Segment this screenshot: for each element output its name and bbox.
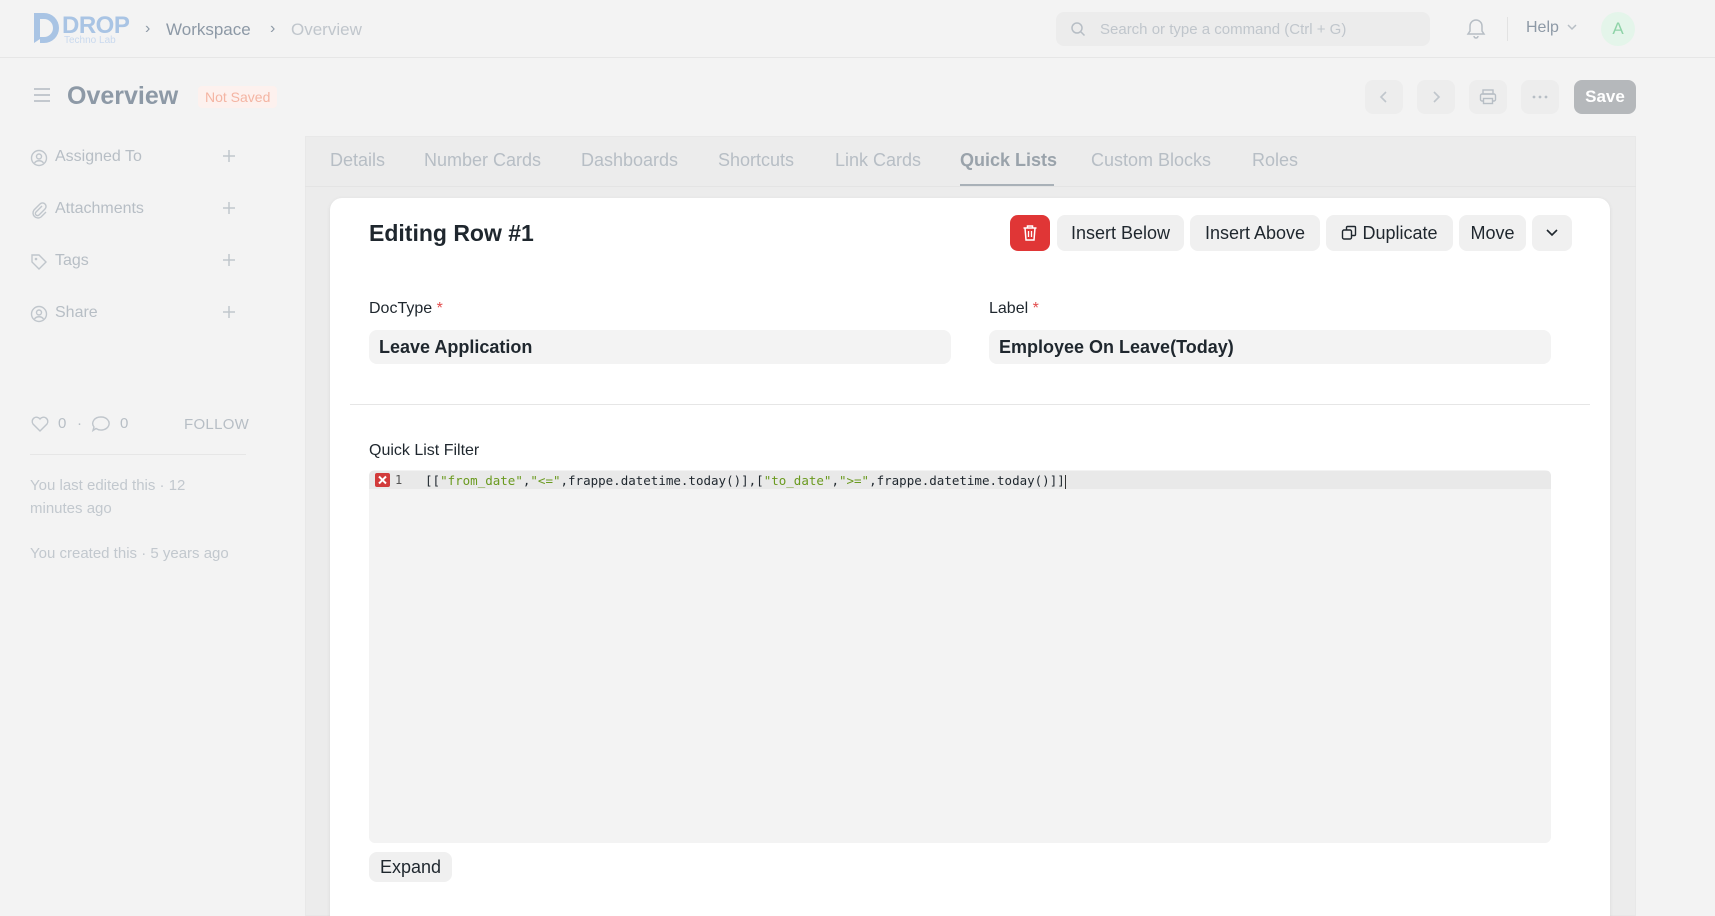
section-divider — [350, 404, 1590, 405]
error-icon — [375, 473, 390, 487]
tab-custom-blocks[interactable]: Custom Blocks — [1091, 150, 1211, 171]
tag-icon — [31, 254, 47, 270]
page-title: Overview — [67, 82, 179, 110]
required-mark: * — [1032, 300, 1039, 317]
editing-row-panel: Editing Row #1 Insert Below Insert Above… — [330, 198, 1610, 916]
search-bar[interactable]: Search or type a command (Ctrl + G) — [1056, 12, 1430, 46]
brand-logo[interactable]: DROP Techno Lab — [30, 10, 130, 48]
sidebar-item-label: Tags — [55, 252, 89, 269]
delete-row-button[interactable] — [1010, 215, 1050, 251]
sidebar-item-attachments[interactable]: Attachments — [30, 198, 236, 222]
sidebar-item-label: Attachments — [55, 200, 144, 217]
chevron-right-icon — [1433, 91, 1441, 103]
tab-shortcuts[interactable]: Shortcuts — [718, 150, 794, 171]
plus-icon[interactable] — [221, 148, 237, 164]
duplicate-button[interactable]: Duplicate — [1326, 215, 1453, 251]
status-badge: Not Saved — [198, 86, 278, 108]
quick-list-filter-editor[interactable]: 1 [["from_date","<=",frappe.datetime.tod… — [369, 470, 1551, 843]
tab-quick-lists[interactable]: Quick Lists — [960, 150, 1057, 171]
share-icon — [30, 305, 48, 323]
tab-number-cards[interactable]: Number Cards — [424, 150, 541, 171]
required-mark: * — [436, 300, 443, 317]
insert-below-button[interactable]: Insert Below — [1057, 215, 1184, 251]
editing-row-title: Editing Row #1 — [369, 220, 534, 246]
breadcrumb-separator-icon: › — [270, 20, 276, 37]
active-tab-indicator — [960, 184, 1054, 186]
comment-icon[interactable] — [91, 415, 111, 433]
follow-button[interactable]: FOLLOW — [184, 416, 249, 433]
plus-icon[interactable] — [221, 304, 237, 320]
chevron-down-icon — [1567, 24, 1577, 31]
move-button[interactable]: Move — [1459, 215, 1526, 251]
chevron-left-icon — [1379, 91, 1387, 103]
help-label: Help — [1526, 19, 1559, 36]
filter-code[interactable]: [["from_date","<=",frappe.datetime.today… — [425, 473, 1066, 489]
top-navbar: DROP Techno Lab › Workspace › Overview S… — [0, 0, 1715, 58]
quick-list-filter-label: Quick List Filter — [369, 442, 480, 459]
trash-icon — [1023, 225, 1037, 241]
print-button[interactable] — [1469, 80, 1507, 114]
sidebar-item-label: Share — [55, 304, 98, 321]
previous-doc-button[interactable] — [1365, 80, 1403, 114]
doctype-field[interactable]: Leave Application — [369, 330, 951, 364]
user-avatar[interactable]: A — [1601, 12, 1635, 46]
tab-roles[interactable]: Roles — [1252, 150, 1298, 171]
chevron-down-icon — [1546, 229, 1558, 237]
label-field[interactable]: Employee On Leave(Today) — [989, 330, 1551, 364]
notification-bell-icon[interactable] — [1466, 18, 1486, 40]
search-input[interactable]: Search or type a command (Ctrl + G) — [1100, 21, 1346, 38]
next-doc-button[interactable] — [1417, 80, 1455, 114]
sidebar-item-label: Assigned To — [55, 148, 142, 165]
plus-icon[interactable] — [221, 200, 237, 216]
user-circle-icon — [30, 149, 48, 167]
dot-separator: · — [77, 415, 82, 432]
tab-link-cards[interactable]: Link Cards — [835, 150, 921, 171]
more-horizontal-icon — [1532, 95, 1548, 99]
like-count: 0 — [58, 415, 67, 432]
breadcrumb-workspace[interactable]: Workspace — [166, 20, 251, 40]
line-number: 1 — [395, 473, 403, 487]
expand-button[interactable]: Expand — [369, 852, 452, 882]
label-field-label: Label * — [989, 300, 1039, 317]
doctype-label: DocType * — [369, 300, 443, 317]
doctype-value: Leave Application — [379, 337, 533, 357]
copy-icon — [1342, 225, 1357, 240]
tab-details[interactable]: Details — [330, 150, 385, 171]
last-edited-info: You last edited this · 12 minutes ago — [30, 477, 186, 517]
row-menu-button[interactable] — [1532, 215, 1572, 251]
plus-icon[interactable] — [221, 252, 237, 268]
more-actions-button[interactable] — [1521, 80, 1559, 114]
brand-tagline: Techno Lab — [64, 35, 116, 46]
tab-dashboards[interactable]: Dashboards — [581, 150, 678, 171]
search-icon — [1071, 22, 1086, 37]
help-dropdown[interactable]: Help — [1526, 19, 1578, 37]
comment-count: 0 — [120, 415, 129, 432]
created-info: You created this · 5 years ago — [30, 545, 229, 562]
logo-mark-icon — [34, 13, 59, 43]
sidebar-item-assigned-to[interactable]: Assigned To — [30, 146, 236, 170]
save-button[interactable]: Save — [1574, 80, 1636, 114]
label-value: Employee On Leave(Today) — [999, 337, 1234, 357]
sidebar-item-share[interactable]: Share — [30, 302, 236, 326]
breadcrumb-overview[interactable]: Overview — [291, 20, 362, 40]
insert-above-button[interactable]: Insert Above — [1190, 215, 1320, 251]
text-caret — [1064, 474, 1066, 489]
tabs-divider — [305, 186, 1636, 187]
navbar-divider — [1507, 17, 1508, 41]
sidebar-item-tags[interactable]: Tags — [30, 250, 236, 274]
printer-icon — [1479, 89, 1497, 105]
duplicate-label: Duplicate — [1362, 222, 1438, 243]
heart-icon[interactable] — [30, 415, 50, 433]
sidebar-toggle-icon[interactable] — [32, 86, 52, 104]
paperclip-icon — [32, 202, 47, 219]
breadcrumb-separator-icon: › — [145, 20, 151, 37]
sidebar-divider — [30, 454, 246, 455]
